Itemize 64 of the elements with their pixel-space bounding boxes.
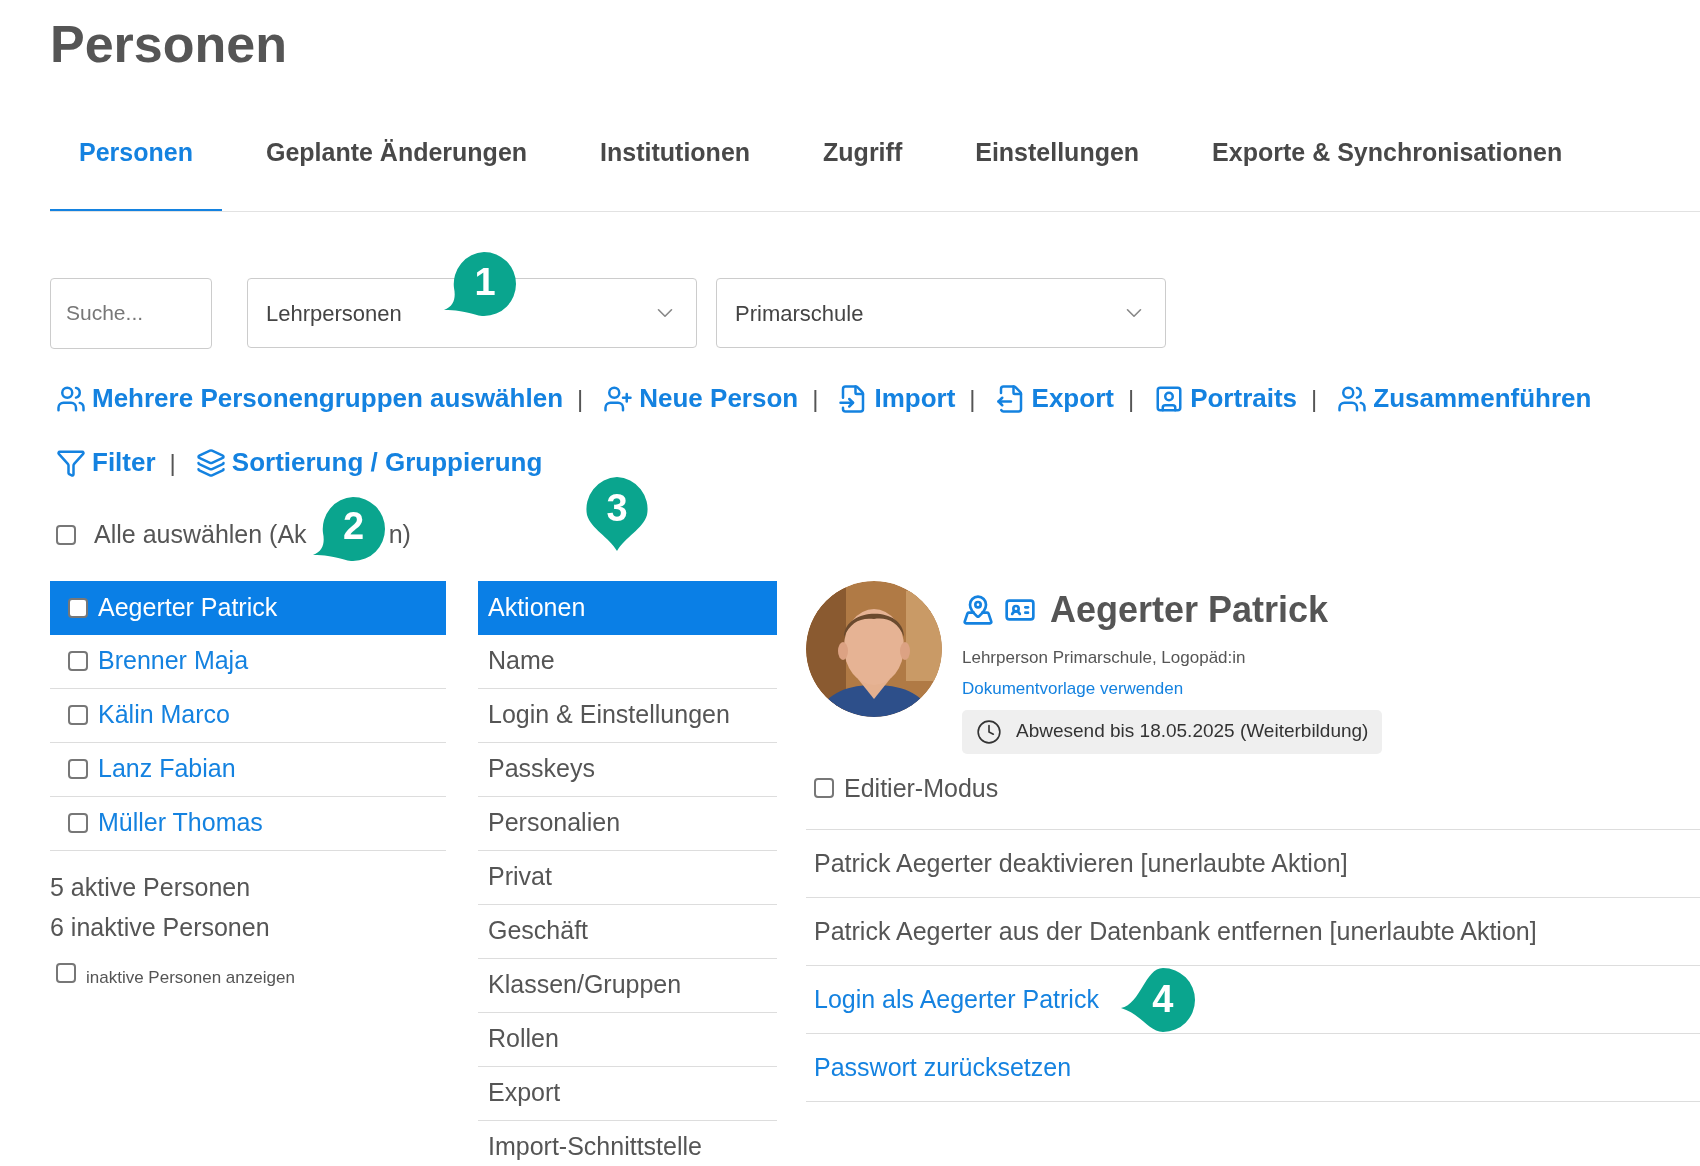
disabled-action: Patrick Aegerter aus der Datenbank entfernen [unerlaubte Aktion] [814, 915, 1537, 947]
page-title: Personen [50, 14, 287, 75]
menu-item[interactable]: Name [478, 634, 777, 689]
checkbox[interactable] [68, 597, 88, 618]
tab[interactable]: Institutionen [571, 106, 780, 211]
layers-icon [195, 447, 226, 478]
person-count: 6 inaktive Personen [50, 911, 270, 943]
toolbar-link[interactable]: Portraits [1148, 379, 1298, 418]
menu-item[interactable]: Geschäft [478, 904, 777, 959]
checkbox[interactable] [814, 778, 834, 799]
person-row[interactable]: Brenner Maja [50, 634, 446, 689]
disabled-action: Patrick Aegerter deaktivieren [unerlaubte Aktion] [814, 847, 1348, 879]
person-row[interactable]: Müller Thomas [50, 796, 446, 851]
menu-item[interactable]: Export [478, 1066, 777, 1121]
checkbox[interactable] [56, 524, 76, 545]
select-all-label: Alle auswählen (Ak [94, 518, 307, 550]
template-link[interactable]: Dokumentvorlage verwenden [962, 676, 1184, 702]
checkbox[interactable] [56, 963, 76, 984]
menu-item[interactable]: Import-Schnittstelle [478, 1120, 777, 1166]
menu-item[interactable]: Rollen [478, 1012, 777, 1067]
absence-text: Abwesend bis 18.05.2025 (Weiterbildung) [1016, 719, 1369, 744]
separator: | [969, 383, 976, 414]
checkbox[interactable] [68, 813, 88, 833]
person-roles: Lehrperson Primarschule, Logopäd:in [962, 646, 1246, 669]
menu-item[interactable]: Privat [478, 850, 777, 905]
toolbar-link[interactable]: Import [832, 379, 956, 418]
separator: | [1311, 383, 1318, 414]
map-pin-icon [962, 593, 994, 626]
checkbox[interactable] [68, 705, 88, 725]
school-dropdown[interactable]: Primarschule [716, 278, 1166, 348]
toolbar-link[interactable]: Mehrere Personengruppen auswählen [50, 379, 563, 418]
person-row[interactable]: Kälin Marco [50, 688, 446, 743]
checkbox[interactable] [68, 759, 88, 779]
tab[interactable]: Personen [50, 106, 222, 211]
menu-item[interactable]: Personalien [478, 796, 777, 851]
separator: | [169, 447, 176, 478]
separator: | [577, 383, 584, 414]
person-row[interactable]: Aegerter Patrick [50, 580, 446, 635]
menu-item[interactable]: Login & Einstellungen [478, 688, 777, 743]
toolbar-link[interactable]: Neue Person [597, 379, 799, 418]
tab[interactable]: Geplante Änderungen [236, 106, 557, 211]
action-link[interactable]: Passwort zurücksetzen [814, 1048, 1072, 1087]
person-name: Aegerter Patrick [1050, 587, 1329, 632]
clock-icon [976, 718, 1002, 745]
search-field[interactable]: Suche... [50, 277, 212, 349]
tab[interactable]: Zugriff [794, 106, 932, 211]
menu-item[interactable]: Aktionen [478, 580, 777, 635]
tab[interactable]: Exporte & Synchronisationen [1183, 106, 1592, 211]
edit-mode-label: Editier-Modus [844, 772, 999, 804]
tab[interactable]: Einstellungen [946, 106, 1169, 211]
menu-item[interactable]: Klassen/Gruppen [478, 958, 777, 1013]
menu-item[interactable]: Passkeys [478, 742, 777, 797]
checkbox[interactable] [68, 651, 88, 671]
toolbar-link[interactable]: Sortierung / Gruppierung [189, 443, 543, 482]
separator: | [812, 383, 819, 414]
separator: | [1127, 383, 1135, 414]
select-all-label: n) [388, 518, 411, 550]
toolbar-link[interactable]: Filter [50, 443, 156, 482]
toolbar-link[interactable]: Zusammenführen [1331, 379, 1592, 418]
toolbar-link[interactable]: Export [989, 379, 1114, 418]
person-count: 5 aktive Personen [50, 871, 251, 903]
person-row[interactable]: Lanz Fabian [50, 742, 446, 797]
show-inactive-label: inaktive Personen anzeigen [86, 966, 295, 989]
action-link[interactable]: Login als Aegerter Patrick [814, 980, 1099, 1019]
